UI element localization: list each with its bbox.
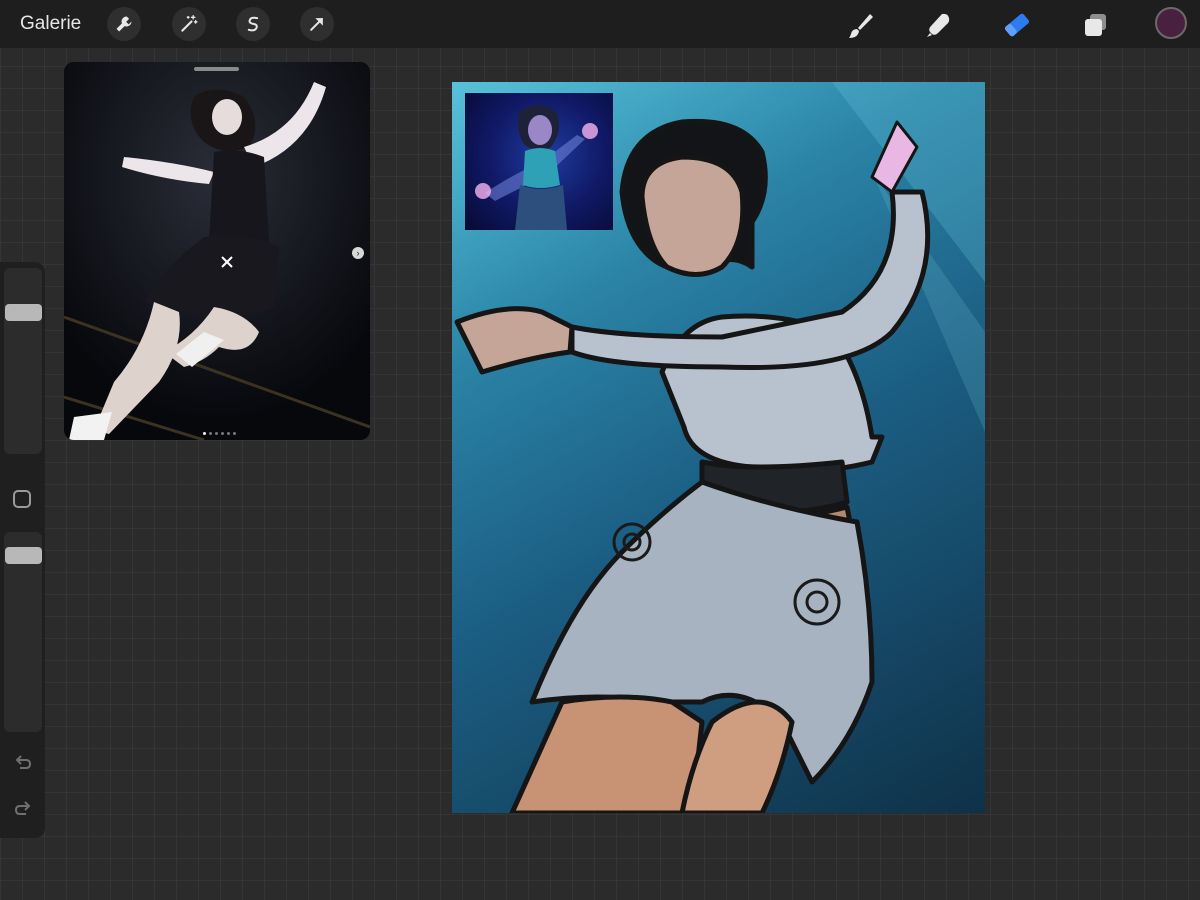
gallery-button[interactable]: Galerie <box>20 13 81 35</box>
reference-drag-handle[interactable] <box>194 67 239 71</box>
brush-icon <box>849 14 873 38</box>
page-dot-1 <box>203 432 206 435</box>
wrench-icon <box>116 16 132 32</box>
eraser-icon <box>1004 13 1030 37</box>
brush-size-slider-thumb[interactable] <box>5 304 42 321</box>
reference-window[interactable]: › <box>64 62 370 440</box>
reference-thumbnail <box>465 93 613 230</box>
page-dot-2 <box>209 432 212 435</box>
adjustments-button[interactable] <box>172 7 206 41</box>
page-dot-3 <box>215 432 218 435</box>
selection-button[interactable] <box>236 7 270 41</box>
page-dot-4 <box>221 432 224 435</box>
redo-icon[interactable] <box>12 798 34 820</box>
transform-button[interactable] <box>300 7 334 41</box>
drawing-canvas[interactable] <box>452 82 985 813</box>
layers-icon <box>1085 14 1106 36</box>
selection-icon <box>247 16 259 32</box>
color-swatch[interactable] <box>1155 7 1187 39</box>
page-dot-6 <box>233 432 236 435</box>
actions-button[interactable] <box>107 7 141 41</box>
reference-page-indicator <box>203 432 236 435</box>
smudge-button[interactable] <box>920 6 958 44</box>
undo-icon[interactable] <box>12 752 34 774</box>
magic-wand-icon <box>181 15 198 32</box>
thumbnail-image <box>475 104 598 230</box>
brush-button[interactable] <box>842 6 880 44</box>
next-arrow-icon[interactable]: › <box>352 247 364 259</box>
page-dot-5 <box>227 432 230 435</box>
layers-button[interactable] <box>1076 6 1114 44</box>
smudge-icon <box>927 13 950 37</box>
modify-button[interactable] <box>13 490 31 508</box>
brush-size-slider[interactable] <box>4 268 42 454</box>
transform-arrow-icon <box>310 18 323 31</box>
sidebar <box>0 262 45 838</box>
opacity-slider-thumb[interactable] <box>5 547 42 564</box>
top-toolbar: Galerie <box>0 0 1200 48</box>
reference-photo <box>64 62 370 440</box>
eraser-button[interactable] <box>998 6 1036 44</box>
